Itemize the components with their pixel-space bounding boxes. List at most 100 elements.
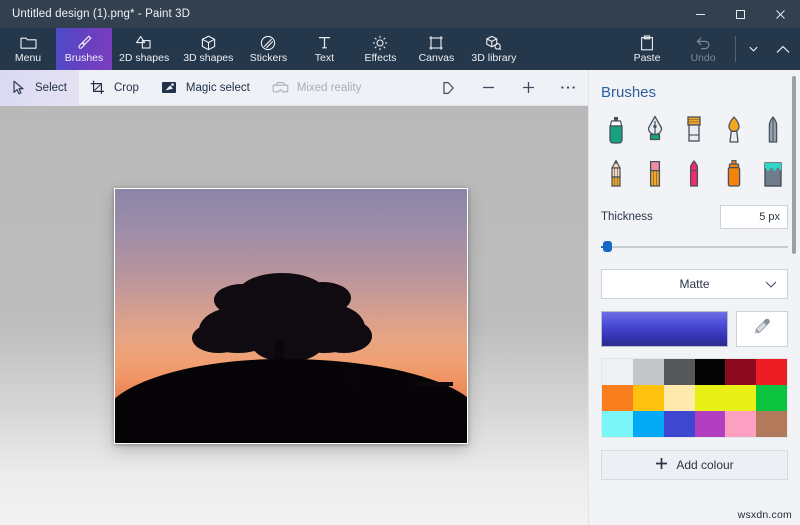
color-swatch[interactable] [756, 359, 787, 385]
window-controls [680, 0, 800, 28]
maximize-button[interactable] [720, 0, 760, 28]
brushes-panel: Brushes Thickness 5 px Matte Add colour [588, 70, 800, 525]
ribbon-item-text[interactable]: Text [296, 28, 352, 70]
watercolor-icon [723, 115, 745, 150]
cursor-select-icon [10, 79, 27, 96]
ribbon-divider [735, 36, 736, 62]
ribbon-item-label: 3D library [471, 52, 517, 64]
ribbon-item-brushes[interactable]: Brushes [56, 28, 112, 70]
eyedropper-icon [753, 318, 771, 341]
tool-options-bar: Select Crop Magic select Mixed reality [0, 69, 588, 106]
ribbon-item-paste[interactable]: Paste [619, 28, 675, 70]
bench-silhouette [414, 381, 453, 386]
canvas-workspace[interactable] [0, 106, 588, 525]
color-swatch[interactable] [632, 359, 664, 385]
color-swatch[interactable] [725, 359, 757, 385]
paste-icon [640, 34, 654, 51]
color-swatch[interactable] [663, 411, 695, 437]
color-swatch[interactable] [756, 385, 787, 411]
material-dropdown[interactable]: Matte [601, 269, 788, 299]
ribbon-item-effects[interactable]: Effects [352, 28, 408, 70]
brush-pixel-pen[interactable] [755, 111, 792, 153]
tool-label: Magic select [185, 81, 250, 94]
color-swatch[interactable] [694, 359, 726, 385]
tool-label: Mixed reality [296, 81, 362, 94]
thickness-slider[interactable] [601, 238, 788, 256]
brush-marker[interactable] [597, 111, 634, 153]
tool-crop[interactable]: Crop [79, 70, 151, 106]
more-options-button[interactable] [548, 70, 588, 106]
panel-scrollbar-thumb[interactable] [792, 76, 796, 254]
pencil-icon [605, 159, 627, 194]
canvas[interactable] [114, 188, 468, 444]
crayon-icon [683, 159, 705, 194]
color-swatch[interactable] [725, 385, 757, 411]
slider-track [601, 246, 788, 248]
ribbon-item-canvas[interactable]: Canvas [408, 28, 464, 70]
brush-oil-brush[interactable] [676, 111, 713, 153]
color-swatch[interactable] [602, 359, 633, 385]
ribbon-item-label: 2D shapes [119, 52, 170, 64]
thickness-section: Thickness 5 px [589, 199, 800, 256]
color-swatch[interactable] [694, 385, 726, 411]
3d-library-icon [485, 34, 502, 51]
stickers-icon [260, 34, 276, 51]
2d-shapes-icon [135, 34, 153, 51]
ribbon-left-group: Menu Brushes 2D shapes 3D shapes Sticker… [0, 28, 523, 70]
effects-icon [372, 34, 388, 51]
ribbon-collapse-button[interactable] [766, 28, 800, 70]
folder-icon [19, 34, 37, 51]
add-colour-button[interactable]: Add colour [601, 450, 788, 480]
brush-fill[interactable] [755, 155, 792, 197]
color-palette [601, 358, 788, 438]
tool-mixed-reality: Mixed reality [262, 70, 374, 106]
panel-vertical-scrollbar[interactable] [790, 76, 798, 516]
ribbon-item-stickers[interactable]: Stickers [240, 28, 296, 70]
view-3d-button[interactable] [428, 70, 468, 106]
tool-magic-select[interactable]: Magic select [151, 70, 262, 106]
minimize-button[interactable] [680, 0, 720, 28]
color-swatch[interactable] [632, 411, 664, 437]
color-swatch[interactable] [602, 385, 633, 411]
ribbon-item-label: Menu [14, 52, 42, 64]
calligraphy-pen-icon [644, 115, 666, 150]
ribbon-item-label: Stickers [249, 52, 288, 64]
undo-icon [695, 34, 711, 51]
material-selected-label: Matte [679, 277, 710, 291]
thickness-input[interactable]: 5 px [720, 205, 788, 229]
brush-crayon[interactable] [676, 155, 713, 197]
ribbon-item-undo: Undo [675, 28, 731, 70]
ribbon-item-2d-shapes[interactable]: 2D shapes [112, 28, 176, 70]
color-swatch[interactable] [632, 385, 664, 411]
color-swatch[interactable] [694, 411, 726, 437]
ribbon-item-menu[interactable]: Menu [0, 28, 56, 70]
eraser-icon [644, 159, 666, 194]
color-swatch[interactable] [725, 411, 757, 437]
brush-watercolor[interactable] [715, 111, 752, 153]
color-swatch[interactable] [663, 385, 695, 411]
brush-pencil[interactable] [597, 155, 634, 197]
color-swatch[interactable] [756, 411, 787, 437]
zoom-in-button[interactable] [508, 70, 548, 106]
ribbon-more-caret-button[interactable] [740, 28, 766, 70]
panel-title: Brushes [601, 84, 657, 101]
close-button[interactable] [760, 0, 800, 28]
color-swatch[interactable] [663, 359, 695, 385]
ribbon-item-label: Canvas [418, 52, 455, 64]
ribbon-item-3d-shapes[interactable]: 3D shapes [176, 28, 240, 70]
zoom-out-button[interactable] [468, 70, 508, 106]
brush-eraser[interactable] [636, 155, 673, 197]
artwork-sunset-tree-silhouette [115, 189, 467, 443]
slider-knob[interactable] [603, 241, 612, 252]
ribbon-item-label: Effects [364, 52, 397, 64]
pixel-pen-icon [762, 115, 784, 150]
oil-brush-icon [683, 115, 705, 150]
brush-calligraphy-pen[interactable] [636, 111, 673, 153]
current-color-swatch[interactable] [601, 311, 728, 347]
color-swatch[interactable] [602, 411, 633, 437]
tool-select[interactable]: Select [0, 69, 79, 106]
eyedropper-button[interactable] [736, 311, 788, 347]
brush-spray-can[interactable] [715, 155, 752, 197]
ribbon-item-3d-library[interactable]: 3D library [464, 28, 523, 70]
tool-label: Select [35, 81, 67, 94]
